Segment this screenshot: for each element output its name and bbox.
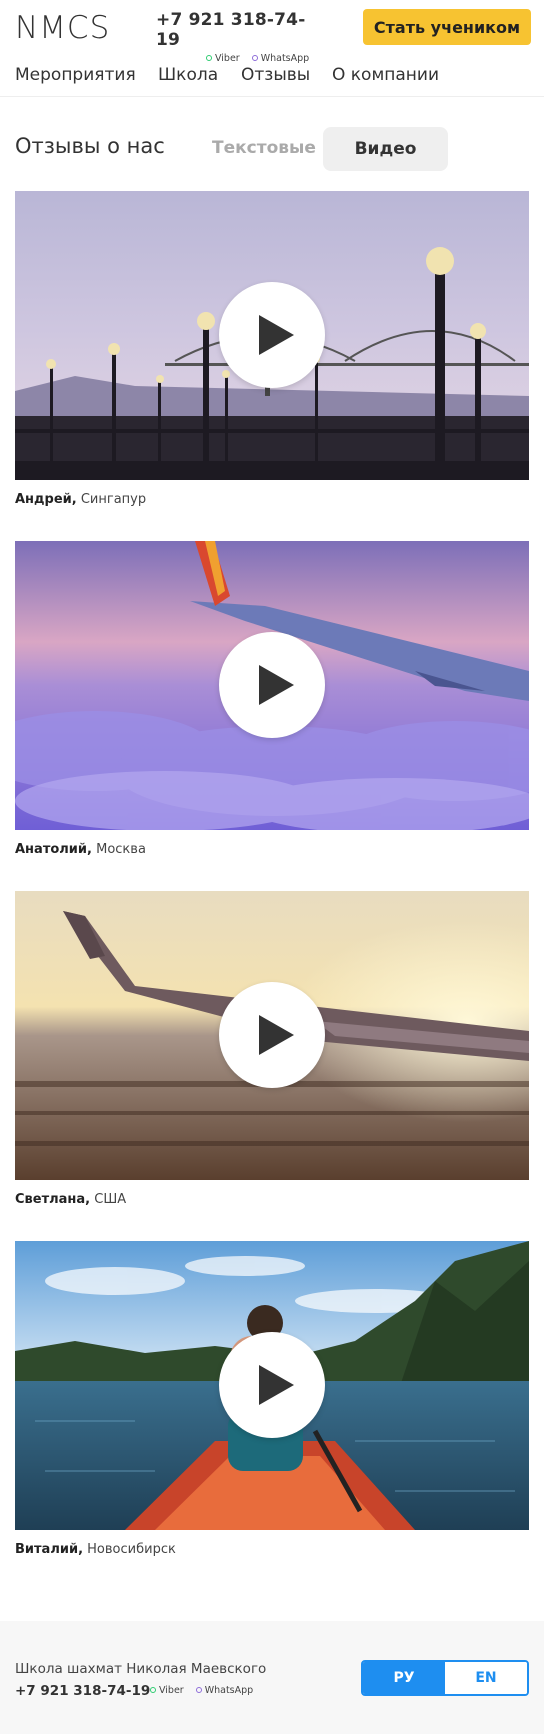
reviewer-name: Светлана, <box>15 1192 91 1207</box>
video-card: Анатолий, Москва <box>15 541 529 857</box>
nav-item-about[interactable]: О компании <box>332 65 439 85</box>
video-thumbnail[interactable] <box>15 891 529 1180</box>
become-student-button[interactable]: Стать учеником <box>363 9 531 45</box>
reviewer-city: Новосибирск <box>87 1542 176 1557</box>
video-card: Виталий, Новосибирск <box>15 1241 529 1557</box>
footer-messengers: Viber WhatsApp <box>150 1685 253 1696</box>
video-caption: Светлана, США <box>15 1192 529 1207</box>
viber-icon <box>150 1687 156 1693</box>
play-button[interactable] <box>219 282 325 388</box>
nav-item-reviews[interactable]: Отзывы <box>241 65 310 85</box>
main-nav: Мероприятия Школа Отзывы О компании <box>0 56 544 97</box>
video-card: Андрей, Сингапур <box>15 191 529 507</box>
language-switcher: РУ EN <box>361 1660 529 1696</box>
site-header: NMCS +7 921 318-74-19 Viber WhatsApp Стат… <box>0 0 544 64</box>
nav-item-school[interactable]: Школа <box>158 65 218 85</box>
footer-whatsapp-link[interactable]: WhatsApp <box>205 1685 253 1696</box>
video-thumbnail[interactable] <box>15 191 529 480</box>
tab-video-reviews[interactable]: Видео <box>323 127 448 171</box>
video-card: Светлана, США <box>15 891 529 1207</box>
play-icon <box>259 315 294 355</box>
reviewer-name: Андрей, <box>15 492 77 507</box>
video-caption: Виталий, Новосибирск <box>15 1542 529 1557</box>
logo[interactable]: NMCS <box>15 10 110 46</box>
video-caption: Андрей, Сингапур <box>15 492 529 507</box>
footer-phone[interactable]: +7 921 318-74-19 <box>15 1683 150 1699</box>
reviewer-city: Сингапур <box>80 492 147 507</box>
play-icon <box>259 1365 294 1405</box>
reviewer-city: США <box>94 1192 127 1207</box>
play-button[interactable] <box>219 982 325 1088</box>
footer-title: Школа шахмат Николая Маевского <box>15 1661 267 1677</box>
lang-ru-button[interactable]: РУ <box>363 1662 445 1694</box>
video-thumbnail[interactable] <box>15 1241 529 1530</box>
reviewer-name: Анатолий, <box>15 842 92 857</box>
reviewer-name: Виталий, <box>15 1542 84 1557</box>
tab-text-reviews[interactable]: Текстовые <box>212 138 316 158</box>
footer-viber-link[interactable]: Viber <box>159 1685 184 1696</box>
video-thumbnail[interactable] <box>15 541 529 830</box>
header-phone[interactable]: +7 921 318-74-19 <box>156 10 326 50</box>
play-icon <box>259 1015 294 1055</box>
nav-item-events[interactable]: Мероприятия <box>15 65 136 85</box>
page-title: Отзывы о нас <box>15 134 165 158</box>
video-caption: Анатолий, Москва <box>15 842 529 857</box>
play-button[interactable] <box>219 632 325 738</box>
whatsapp-icon <box>195 1687 202 1693</box>
site-footer: Школа шахмат Николая Маевского +7 921 31… <box>0 1621 544 1734</box>
play-button[interactable] <box>219 1332 325 1438</box>
reviewer-city: Москва <box>96 842 146 857</box>
lang-en-button[interactable]: EN <box>445 1662 527 1694</box>
play-icon <box>259 665 294 705</box>
